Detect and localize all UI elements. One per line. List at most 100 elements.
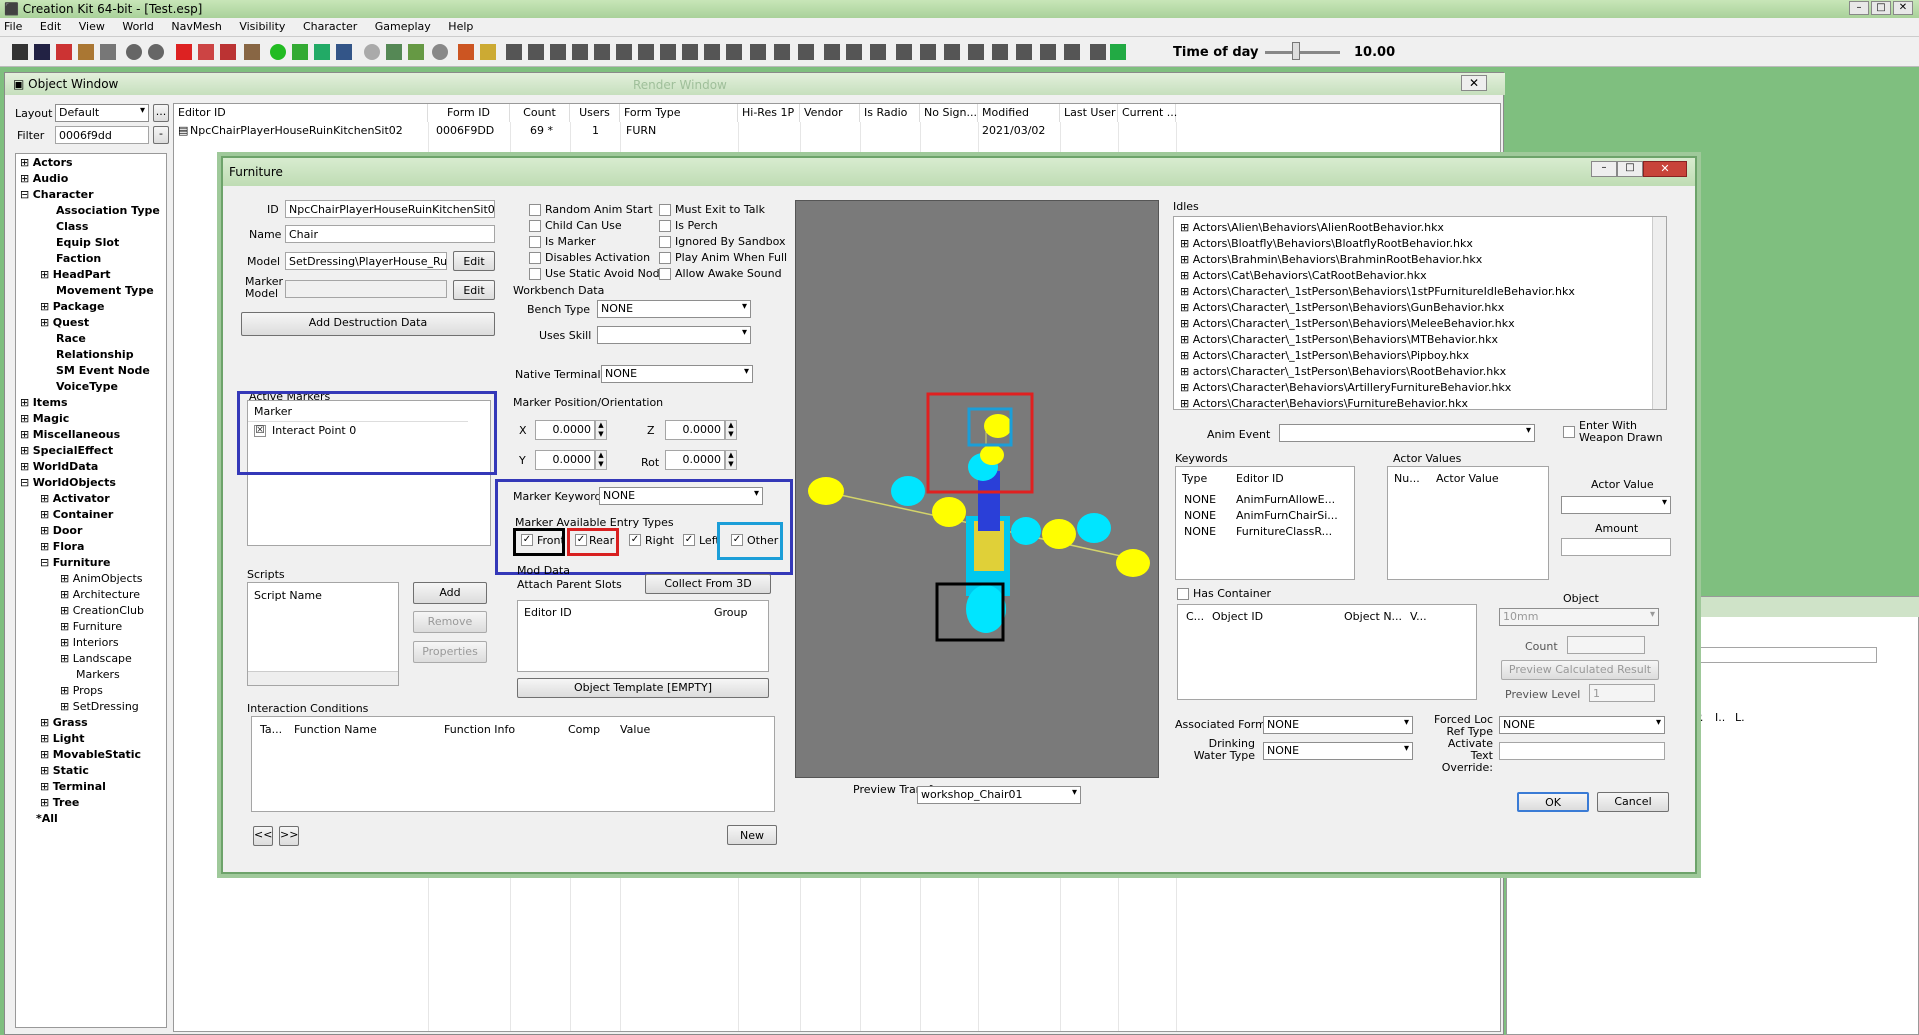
tool-icon[interactable]: [100, 44, 116, 60]
col-no-sign[interactable]: No Sign...: [920, 104, 978, 122]
add-script-button[interactable]: Add: [413, 582, 487, 604]
tree-item-markers[interactable]: Markers: [76, 668, 120, 681]
name-input[interactable]: Chair: [285, 225, 495, 243]
expand-icon[interactable]: ⊞: [40, 268, 53, 281]
col-is-radio[interactable]: Is Radio: [860, 104, 920, 122]
col-users[interactable]: Users: [570, 104, 620, 122]
data-icon[interactable]: [78, 44, 94, 60]
expand-icon[interactable]: ⊞: [60, 636, 73, 649]
col-form-type[interactable]: Form Type: [620, 104, 738, 122]
expand-icon[interactable]: ⊞: [20, 156, 33, 169]
percent-icon[interactable]: [244, 44, 260, 60]
expand-icon[interactable]: ⊞: [1180, 349, 1193, 362]
marker-model-edit-button[interactable]: Edit: [453, 280, 495, 300]
associated-form-select[interactable]: NONE: [1263, 716, 1413, 734]
must-exit-to-talk-checkbox[interactable]: [659, 204, 671, 216]
expand-icon[interactable]: ⊞: [20, 428, 33, 441]
time-of-day-slider[interactable]: [1265, 51, 1340, 54]
expand-icon[interactable]: ⊞: [1180, 397, 1193, 409]
expand-icon[interactable]: ⊞: [1180, 317, 1193, 330]
amount-input[interactable]: [1561, 538, 1671, 556]
view-icon-26[interactable]: [1090, 44, 1106, 60]
new-icon[interactable]: [12, 44, 28, 60]
idle-item[interactable]: Actors\Character\_1stPerson\Behaviors\Gu…: [1193, 301, 1505, 314]
y-spinner[interactable]: ▲ ▼: [595, 450, 607, 470]
view-icon-11[interactable]: [726, 44, 742, 60]
expand-icon[interactable]: ⊞: [40, 300, 53, 313]
prev-condition-button[interactable]: <<: [253, 826, 273, 846]
menu-edit[interactable]: Edit: [40, 20, 61, 33]
expand-icon[interactable]: ⊞: [1180, 253, 1193, 266]
expand-icon[interactable]: ⊞: [1180, 301, 1193, 314]
expand-icon[interactable]: ⊞: [40, 780, 53, 793]
collapse-icon[interactable]: ⊟: [20, 476, 33, 489]
bulb-icon[interactable]: [364, 44, 380, 60]
expand-icon[interactable]: ⊞: [60, 604, 73, 617]
preview-transform-select[interactable]: workshop_Chair01: [917, 786, 1081, 804]
x-spinner[interactable]: ▲ ▼: [595, 420, 607, 440]
native-terminal-select[interactable]: NONE: [601, 365, 753, 383]
tree-item-headpart[interactable]: HeadPart: [53, 268, 111, 281]
view-icon-2[interactable]: [528, 44, 544, 60]
idle-item[interactable]: Actors\Character\_1stPerson\Behaviors\Me…: [1193, 317, 1515, 330]
tree-item-setdressing[interactable]: SetDressing: [73, 700, 139, 713]
idle-item[interactable]: Actors\Bloatfly\Behaviors\BloatflyRootBe…: [1193, 237, 1473, 250]
is-marker-checkbox[interactable]: [529, 236, 541, 248]
tree-item-door[interactable]: Door: [53, 524, 83, 537]
tree-item-sm-event-node[interactable]: SM Event Node: [56, 364, 150, 377]
preview-calculated-result-button[interactable]: Preview Calculated Result: [1501, 660, 1659, 680]
view-icon-6[interactable]: [616, 44, 632, 60]
view-icon-20[interactable]: [944, 44, 960, 60]
filter-options-button[interactable]: -: [153, 126, 169, 144]
tree-item-miscellaneous[interactable]: Miscellaneous: [33, 428, 120, 441]
view-icon-16[interactable]: [846, 44, 862, 60]
tree-item-equip-slot[interactable]: Equip Slot: [56, 236, 119, 249]
tree-item-race[interactable]: Race: [56, 332, 86, 345]
random-anim-start-checkbox[interactable]: [529, 204, 541, 216]
has-container-checkbox[interactable]: [1177, 588, 1189, 600]
x-input[interactable]: 0.0000: [535, 420, 595, 440]
view-icon-19[interactable]: [920, 44, 936, 60]
cancel-button[interactable]: Cancel: [1597, 792, 1669, 812]
expand-icon[interactable]: ⊞: [60, 620, 73, 633]
idle-item[interactable]: Actors\Character\Behaviors\FurnitureBeha…: [1193, 397, 1468, 409]
menu-character[interactable]: Character: [303, 20, 357, 33]
tree-item-quest[interactable]: Quest: [53, 316, 89, 329]
expand-icon[interactable]: ⊞: [1180, 365, 1193, 378]
terrain-icon[interactable]: [386, 44, 402, 60]
idles-scrollbar[interactable]: [1652, 217, 1666, 409]
expand-icon[interactable]: ⊞: [40, 732, 53, 745]
allow-awake-sound-checkbox[interactable]: [659, 268, 671, 280]
table-row[interactable]: NONE AnimFurnAllowE...: [1176, 493, 1354, 509]
tree-item-architecture[interactable]: Architecture: [73, 588, 140, 601]
expand-icon[interactable]: ⊞: [1180, 333, 1193, 346]
tree-item-flora[interactable]: Flora: [53, 540, 85, 553]
table-row[interactable]: ▤ NpcChairPlayerHouseRuinKitchenSit02 00…: [174, 123, 1176, 139]
tree-item-association-type[interactable]: Association Type: [56, 204, 160, 217]
collapse-icon[interactable]: ⊟: [40, 556, 53, 569]
save-icon[interactable]: [34, 44, 50, 60]
snap-ref-icon[interactable]: [220, 44, 236, 60]
expand-icon[interactable]: ⊞: [1180, 269, 1193, 282]
col-form-id[interactable]: Form ID: [428, 104, 510, 122]
tree-item-activator[interactable]: Activator: [53, 492, 110, 505]
view-icon-5[interactable]: [594, 44, 610, 60]
view-icon-24[interactable]: [1040, 44, 1056, 60]
expand-icon[interactable]: ⊞: [40, 748, 53, 761]
ok-button[interactable]: OK: [1517, 792, 1589, 812]
view-icon-7[interactable]: [638, 44, 654, 60]
tree-item-tree[interactable]: Tree: [53, 796, 80, 809]
col-modified[interactable]: Modified: [978, 104, 1060, 122]
expand-icon[interactable]: ⊞: [40, 796, 53, 809]
tree-item-actors[interactable]: Actors: [33, 156, 73, 169]
table-row[interactable]: NONE AnimFurnChairSi...: [1176, 509, 1354, 525]
menu-file[interactable]: File: [4, 20, 22, 33]
tree-item-package[interactable]: Package: [53, 300, 105, 313]
marker-model-input[interactable]: [285, 280, 447, 298]
rot-input[interactable]: 0.0000: [665, 450, 725, 470]
object-select[interactable]: 10mm: [1499, 608, 1659, 626]
view-icon-27[interactable]: [1110, 44, 1126, 60]
dialog-minimize-button[interactable]: –: [1591, 161, 1617, 177]
expand-icon[interactable]: ⊞: [20, 444, 33, 457]
collapse-icon[interactable]: ⊟: [20, 188, 33, 201]
